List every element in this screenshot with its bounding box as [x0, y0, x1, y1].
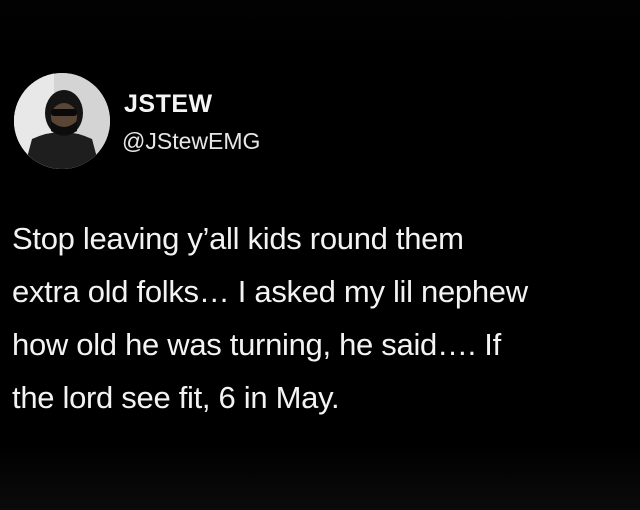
avatar[interactable] [14, 73, 110, 169]
tweet-text-line: extra old folks… I asked my lil nephew [12, 274, 528, 309]
bottom-background-band [0, 445, 640, 510]
top-background-band [0, 0, 640, 60]
tweet-card: JSTEW @JStewEMG Stop leaving y’all kids … [0, 0, 640, 510]
tweet-text-line: Stop leaving y’all kids round them [12, 221, 464, 256]
tweet-text-line: how old he was turning, he said…. If [12, 327, 501, 362]
tweet-text: Stop leaving y’all kids round them extra… [12, 212, 640, 424]
display-name[interactable]: JSTEW [124, 90, 213, 119]
profile-photo-avatar-icon [14, 73, 110, 169]
user-handle[interactable]: @JStewEMG [122, 128, 260, 155]
tweet-text-line: the lord see fit, 6 in May. [12, 380, 340, 415]
